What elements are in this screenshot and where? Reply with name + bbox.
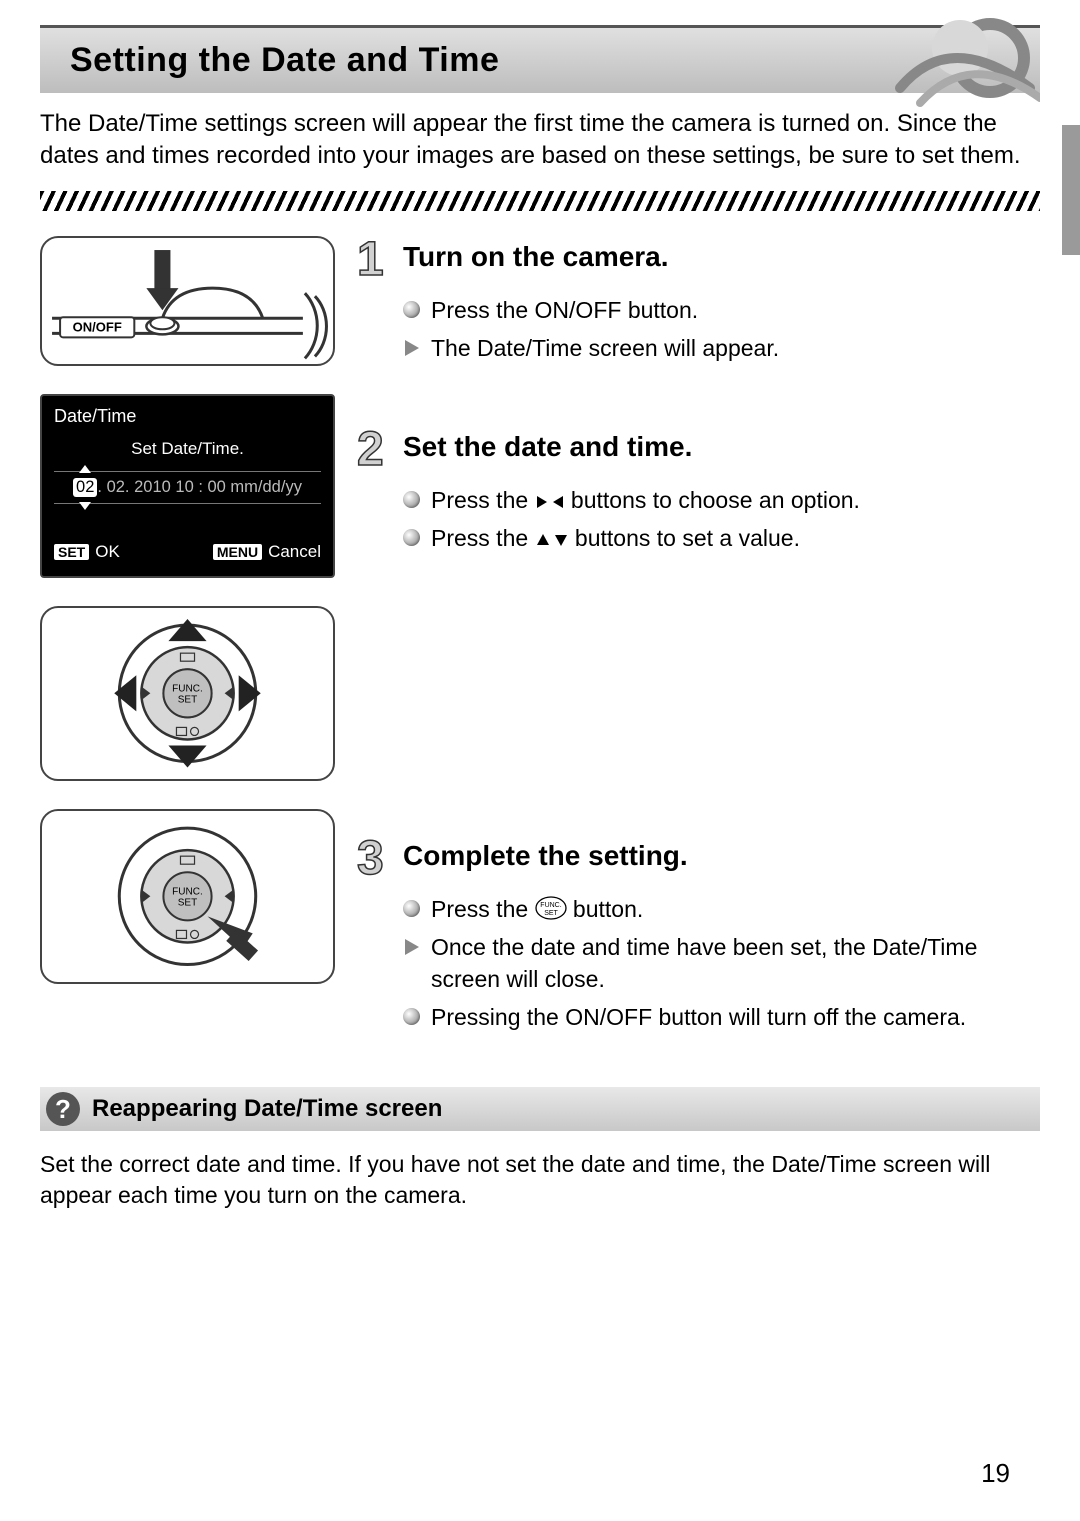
- illustration-column: ON/OFF Date/Time Set Date/Time. 02. 02. …: [40, 236, 335, 1076]
- lcd-date-rest: . 02. 2010 10 : 00 mm/dd/yy: [97, 478, 302, 496]
- illus-camera-top: ON/OFF: [40, 236, 335, 366]
- lcd-footer: SET OK MENU Cancel: [54, 542, 321, 562]
- step-3-item-3: Pressing the ON/OFF button will turn off…: [403, 1001, 1040, 1033]
- lcd-ok-label: OK: [95, 542, 120, 562]
- svg-text:SET: SET: [178, 898, 197, 909]
- svg-text:FUNC.: FUNC.: [172, 887, 203, 898]
- page-number: 19: [981, 1458, 1010, 1489]
- main-content: ON/OFF Date/Time Set Date/Time. 02. 02. …: [40, 236, 1040, 1076]
- lcd-cancel-label: Cancel: [268, 542, 321, 562]
- step-2-title: Set the date and time.: [403, 426, 692, 464]
- step-1-title: Turn on the camera.: [403, 236, 669, 274]
- step-2-item-1: Press the buttons to choose an option.: [403, 484, 1040, 516]
- section-title: Setting the Date and Time: [70, 41, 499, 80]
- step-3-item-1: Press the FUNC.SET button.: [403, 893, 1040, 925]
- slash-divider: [40, 191, 1040, 211]
- step-2-list: Press the buttons to choose an option. P…: [357, 484, 1040, 554]
- lcd-set-badge: SET: [54, 544, 89, 560]
- svg-text:SET: SET: [544, 910, 558, 917]
- step-3: 3 Complete the setting. Press the FUNC.S…: [357, 835, 1040, 1034]
- lcd-selected-value: 02: [73, 478, 97, 497]
- step-3-list: Press the FUNC.SET button. Once the date…: [357, 893, 1040, 1034]
- lcd-subtitle: Set Date/Time.: [54, 439, 321, 459]
- note-header-bar: ? Reappearing Date/Time screen: [40, 1087, 1040, 1131]
- question-mark-icon: ?: [46, 1092, 80, 1126]
- step-1-item-2: The Date/Time screen will appear.: [403, 332, 1040, 364]
- illus-control-wheel-arrows: FUNC. SET: [40, 606, 335, 781]
- svg-text:SET: SET: [178, 695, 197, 706]
- step-1: 1 Turn on the camera. Press the ON/OFF b…: [357, 236, 1040, 364]
- section-header: Setting the Date and Time: [40, 25, 1040, 93]
- page-edge-tab: [1062, 125, 1080, 255]
- step-3-number: 3: [357, 835, 397, 883]
- step-3-item-2: Once the date and time have been set, th…: [403, 931, 1040, 995]
- step-2: 2 Set the date and time. Press the butto…: [357, 426, 1040, 554]
- lcd-menu-badge: MENU: [213, 544, 262, 560]
- steps-column: 1 Turn on the camera. Press the ON/OFF b…: [357, 236, 1040, 1076]
- intro-paragraph: The Date/Time settings screen will appea…: [40, 108, 1040, 173]
- step-2-item-2: Press the buttons to set a value.: [403, 522, 1040, 554]
- step-1-number: 1: [357, 236, 397, 284]
- step-1-item-1: Press the ON/OFF button.: [403, 294, 1040, 326]
- note-body: Set the correct date and time. If you ha…: [40, 1149, 1040, 1211]
- svg-text:FUNC.: FUNC.: [172, 684, 203, 695]
- step-1-list: Press the ON/OFF button. The Date/Time s…: [357, 294, 1040, 364]
- lcd-date-row: 02. 02. 2010 10 : 00 mm/dd/yy: [54, 471, 321, 504]
- note-title: Reappearing Date/Time screen: [92, 1095, 442, 1123]
- onoff-label: ON/OFF: [73, 319, 122, 334]
- illus-control-wheel-press: FUNC. SET: [40, 809, 335, 984]
- svg-text:FUNC.: FUNC.: [540, 902, 561, 909]
- header-swirl-decoration: [860, 18, 1040, 108]
- step-2-number: 2: [357, 426, 397, 474]
- step-3-title: Complete the setting.: [403, 835, 688, 873]
- illus-lcd-screen: Date/Time Set Date/Time. 02. 02. 2010 10…: [40, 394, 335, 578]
- lcd-title: Date/Time: [54, 406, 321, 427]
